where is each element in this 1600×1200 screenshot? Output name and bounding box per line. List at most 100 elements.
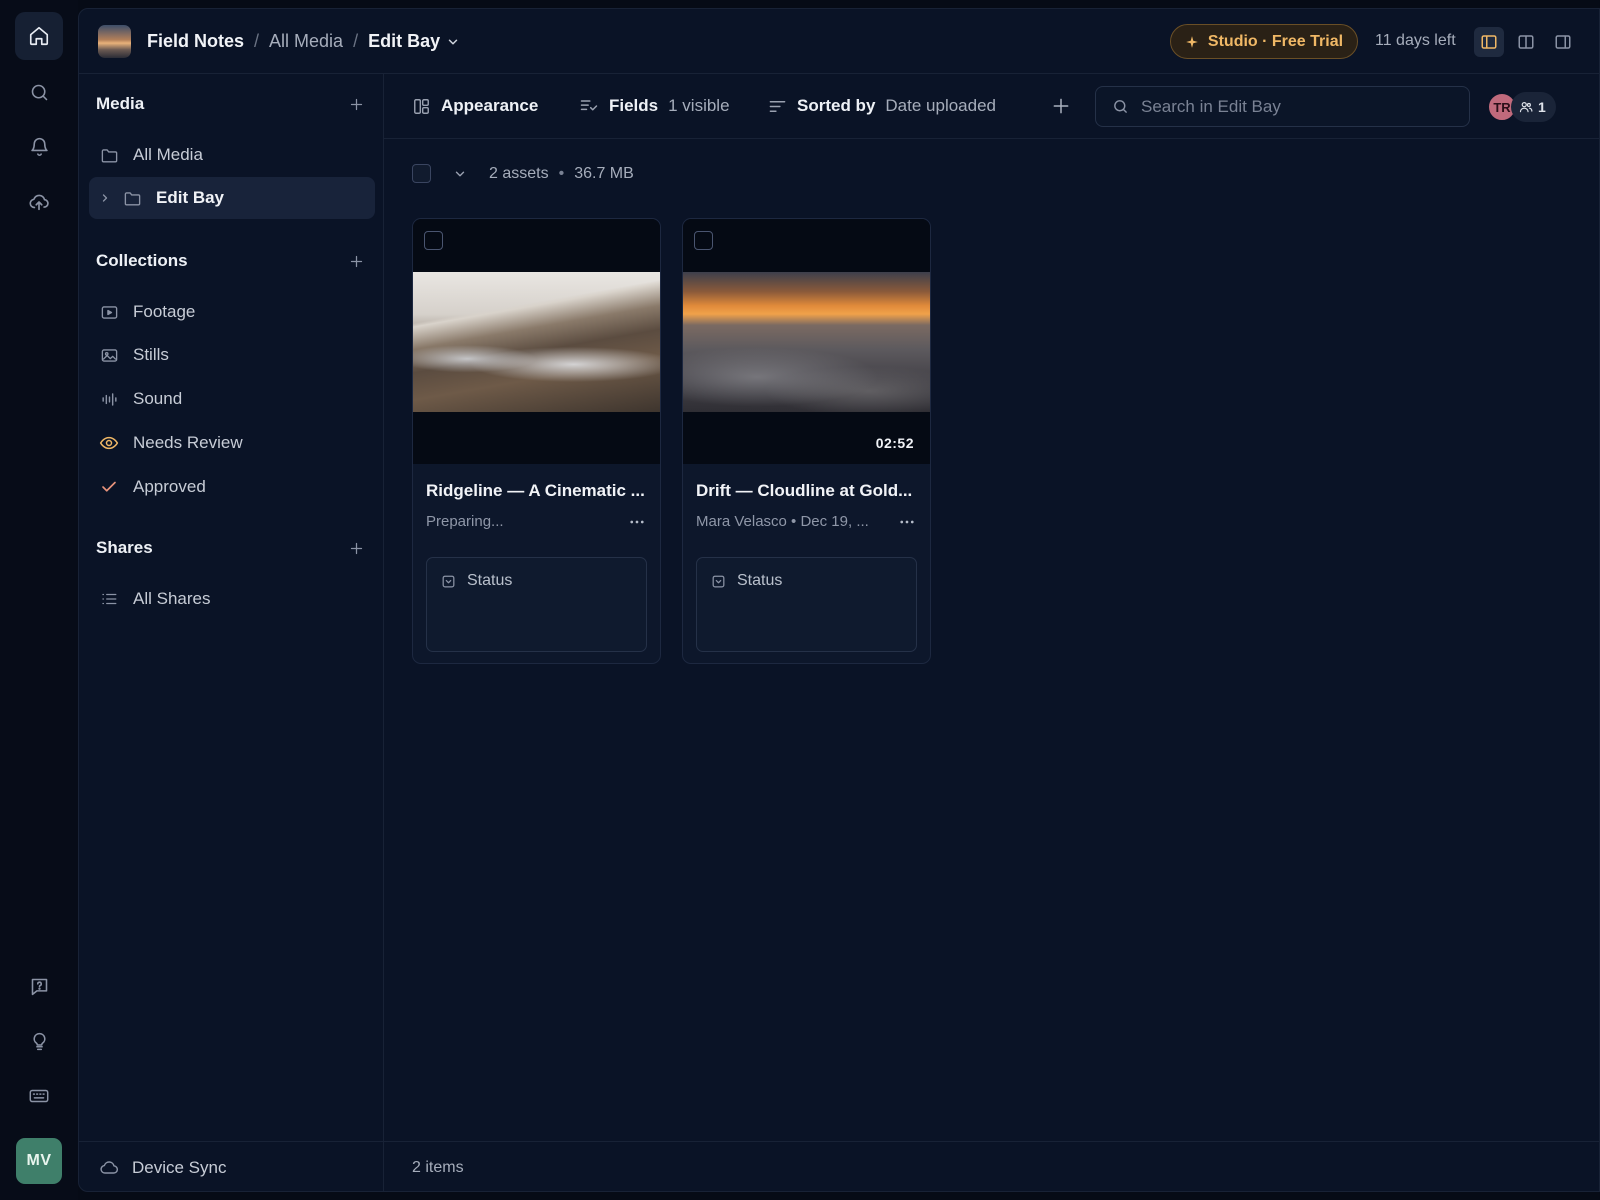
search-icon: [1112, 98, 1129, 115]
asset-thumbnail-image[interactable]: [413, 272, 660, 412]
asset-title[interactable]: Drift — Cloudline at Gold...: [696, 481, 918, 501]
viewer-count-badge[interactable]: 1: [1511, 92, 1556, 122]
select-all-checkbox[interactable]: [412, 164, 431, 183]
asset-title[interactable]: Ridgeline — A Cinematic ...: [426, 481, 648, 501]
home-button[interactable]: [15, 12, 63, 60]
add-media-button[interactable]: [346, 94, 366, 114]
appearance-button[interactable]: Appearance: [412, 96, 538, 116]
app-shell: Field Notes / All Media / Edit Bay Studi…: [78, 8, 1600, 1192]
chevron-down-icon[interactable]: [446, 35, 460, 49]
status-footer: 2 items: [384, 1141, 1599, 1191]
collections-section-title: Collections: [96, 251, 188, 270]
breadcrumb-current[interactable]: Edit Bay: [368, 31, 440, 52]
folder-icon: [122, 188, 142, 208]
chevron-down-icon[interactable]: [453, 167, 467, 181]
items-count: 2 items: [412, 1158, 464, 1176]
breadcrumb-all-media[interactable]: All Media: [269, 31, 343, 52]
sidebar-item-label: Stills: [133, 345, 169, 364]
help-button[interactable]: [15, 962, 63, 1010]
status-field[interactable]: Status: [696, 557, 917, 652]
layout-grid-icon: [412, 97, 431, 116]
sidebar-item-edit-bay[interactable]: Edit Bay: [89, 177, 375, 219]
fields-value: 1 visible: [668, 96, 730, 115]
sidebar-item-stills[interactable]: Stills: [89, 334, 375, 376]
toggle-left-panel-button[interactable]: [1474, 27, 1504, 57]
plus-icon: [350, 255, 362, 267]
status-field-label: Status: [467, 572, 513, 589]
bell-icon: [30, 137, 48, 156]
video-icon: [99, 302, 119, 322]
more-options-icon[interactable]: [898, 513, 916, 531]
asset-select-checkbox[interactable]: [424, 231, 443, 250]
panel-left-icon: [1481, 35, 1497, 49]
asset-thumbnail-area[interactable]: 02:52: [683, 219, 930, 464]
users-icon: [1519, 102, 1533, 113]
eye-icon: [99, 433, 119, 453]
asset-card[interactable]: Ridgeline — A Cinematic ... Preparing...…: [412, 218, 661, 664]
breadcrumb-workspace[interactable]: Field Notes: [147, 31, 244, 52]
add-view-button[interactable]: [1051, 96, 1071, 116]
cloud-upload-icon: [29, 194, 49, 211]
select-field-icon: [441, 574, 456, 589]
status-field-label: Status: [737, 572, 783, 589]
sort-button[interactable]: Sorted by Date uploaded: [768, 96, 996, 116]
sort-icon: [768, 97, 787, 116]
sidebar-item-needs-review[interactable]: Needs Review: [89, 422, 375, 464]
sidebar-item-sound[interactable]: Sound: [89, 378, 375, 420]
toggle-split-view-button[interactable]: [1511, 27, 1541, 57]
fields-button[interactable]: Fields 1 visible: [579, 96, 730, 116]
toggle-right-panel-button[interactable]: [1548, 27, 1578, 57]
breadcrumb: Field Notes / All Media / Edit Bay: [147, 31, 460, 52]
sidebar-item-all-media[interactable]: All Media: [89, 134, 375, 176]
status-field[interactable]: Status: [426, 557, 647, 652]
sidebar-item-label: Approved: [133, 477, 206, 496]
asset-thumbnail-image[interactable]: [683, 272, 930, 412]
notifications-button[interactable]: [15, 122, 63, 170]
select-field-icon: [711, 574, 726, 589]
upload-button[interactable]: [15, 178, 63, 226]
search-input[interactable]: [1141, 96, 1441, 117]
sort-label: Sorted by: [797, 96, 876, 115]
folder-icon: [99, 145, 119, 165]
sidebar-item-footage[interactable]: Footage: [89, 291, 375, 333]
trial-days-left: 11 days left: [1375, 32, 1456, 49]
tips-button[interactable]: [15, 1017, 63, 1065]
sort-value: Date uploaded: [885, 96, 996, 115]
asset-meta: Mara Velasco • Dec 19, ...: [696, 513, 869, 530]
breadcrumb-separator: /: [353, 31, 359, 51]
device-sync-label: Device Sync: [132, 1157, 227, 1177]
asset-select-checkbox[interactable]: [694, 231, 713, 250]
workspace-thumbnail[interactable]: [98, 25, 131, 58]
cloud-icon: [99, 1158, 119, 1178]
plus-icon: [350, 98, 362, 110]
presence-indicator[interactable]: TR 1: [1487, 92, 1556, 122]
user-avatar[interactable]: MV: [16, 1138, 62, 1184]
keyboard-icon: [29, 1089, 49, 1103]
device-sync-button[interactable]: Device Sync: [79, 1141, 384, 1191]
list-icon: [99, 589, 119, 609]
search-button[interactable]: [15, 68, 63, 116]
trial-upgrade-button[interactable]: Studio · Free Trial: [1170, 24, 1358, 59]
keyboard-shortcuts-button[interactable]: [15, 1072, 63, 1120]
appearance-label: Appearance: [441, 96, 539, 115]
asset-count: 2 assets: [489, 164, 549, 182]
asset-card[interactable]: 02:52 Drift — Cloudline at Gold... Mara …: [682, 218, 931, 664]
sidebar: Media All Media Edit Bay Collections Foo…: [79, 74, 384, 1191]
asset-duration: 02:52: [875, 435, 914, 451]
sidebar-item-approved[interactable]: Approved: [89, 466, 375, 508]
more-options-icon[interactable]: [628, 513, 646, 531]
sidebar-item-label: Needs Review: [133, 433, 243, 452]
chevron-right-icon[interactable]: [99, 192, 111, 204]
search-bar[interactable]: [1095, 86, 1470, 127]
asset-thumbnail-area[interactable]: [413, 219, 660, 464]
breadcrumb-separator: /: [254, 31, 260, 51]
sidebar-item-label: Edit Bay: [156, 188, 225, 207]
shares-section-header: Shares: [96, 534, 366, 562]
add-share-button[interactable]: [346, 538, 366, 558]
top-bar: Field Notes / All Media / Edit Bay Studi…: [79, 9, 1599, 74]
icon-rail: MV: [0, 0, 78, 1200]
sidebar-item-all-shares[interactable]: All Shares: [89, 578, 375, 620]
add-collection-button[interactable]: [346, 251, 366, 271]
lightbulb-icon: [32, 1032, 46, 1050]
plus-icon: [1053, 98, 1069, 114]
